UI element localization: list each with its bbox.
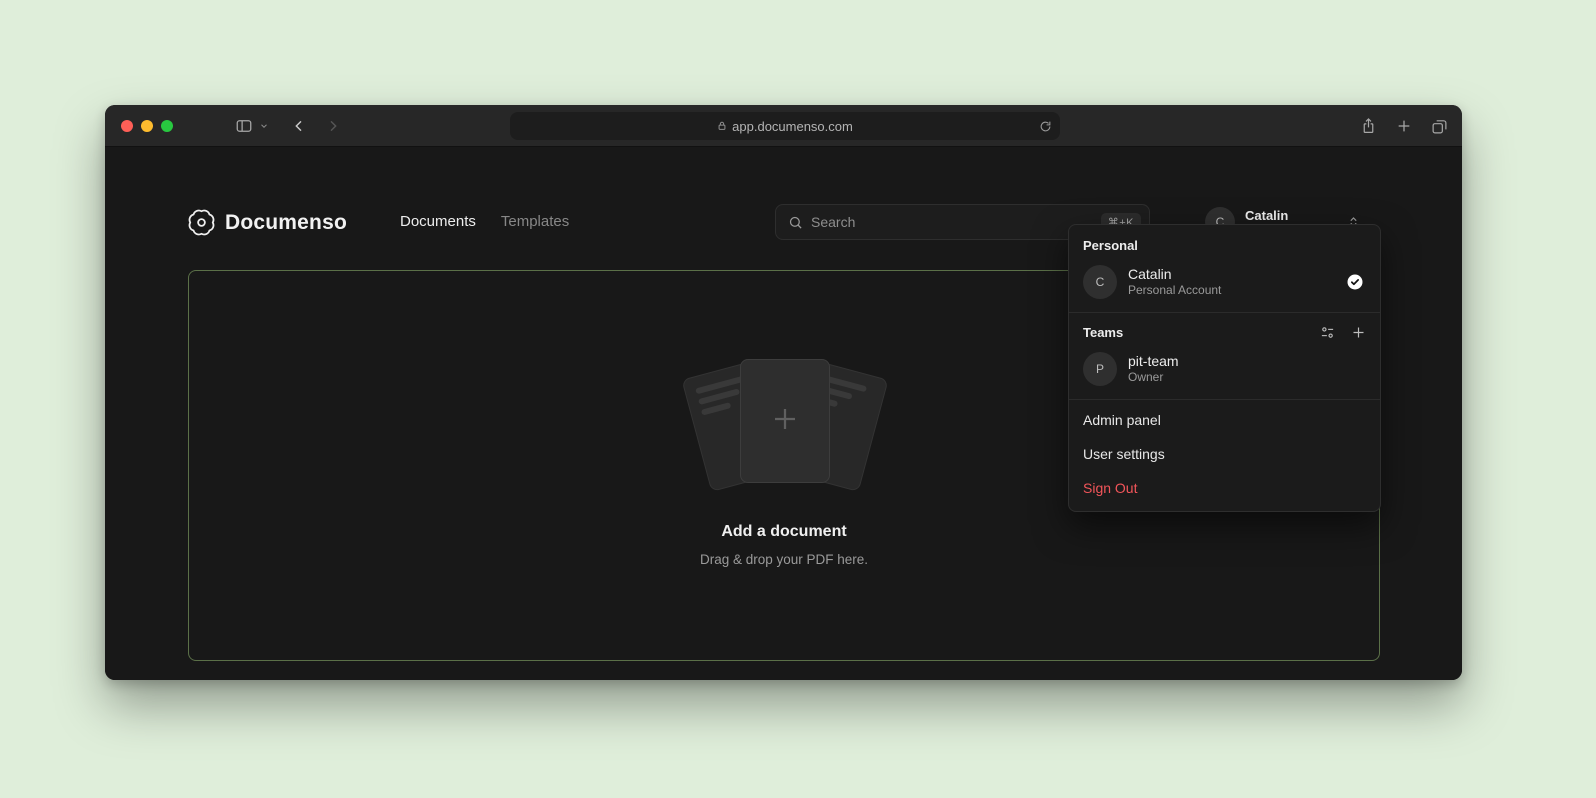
minimize-window-button[interactable] xyxy=(141,120,153,132)
search-icon xyxy=(788,215,803,230)
menu-divider xyxy=(1069,399,1380,400)
documenso-app: Documenso Documents Templates ⌘+K C Cata… xyxy=(105,147,1462,680)
personal-account-subtitle: Personal Account xyxy=(1128,283,1221,298)
toolbar-right-actions xyxy=(1360,105,1448,147)
selected-check-icon xyxy=(1346,273,1364,291)
tab-overview-icon[interactable] xyxy=(1431,118,1448,135)
traffic-lights xyxy=(105,120,173,132)
team-avatar: P xyxy=(1083,352,1117,386)
menu-divider xyxy=(1069,312,1380,313)
browser-toolbar: app.documenso.com xyxy=(105,105,1462,147)
new-tab-icon[interactable] xyxy=(1396,118,1412,134)
personal-account-name: Catalin xyxy=(1128,266,1221,283)
back-button[interactable] xyxy=(291,118,307,134)
menu-item-sign-out[interactable]: Sign Out xyxy=(1069,471,1380,505)
close-window-button[interactable] xyxy=(121,120,133,132)
team-item[interactable]: P pit-team Owner xyxy=(1069,346,1380,396)
personal-account-avatar: C xyxy=(1083,265,1117,299)
personal-account-item[interactable]: C Catalin Personal Account xyxy=(1069,259,1380,309)
brand[interactable]: Documenso xyxy=(188,209,347,236)
refresh-icon[interactable] xyxy=(1039,112,1052,140)
nav-documents[interactable]: Documents xyxy=(400,213,476,230)
teams-section-label: Teams xyxy=(1083,325,1304,340)
teams-section-header: Teams xyxy=(1069,316,1380,346)
sidebar-chevron-down-icon[interactable] xyxy=(259,121,269,131)
forward-button[interactable] xyxy=(325,118,341,134)
dropzone-title: Add a document xyxy=(189,523,1379,541)
team-role: Owner xyxy=(1128,370,1179,385)
nav-templates[interactable]: Templates xyxy=(501,213,569,230)
lock-icon xyxy=(717,120,727,132)
plus-icon xyxy=(770,404,800,439)
url-text: app.documenso.com xyxy=(732,119,853,134)
brand-name: Documenso xyxy=(225,211,347,235)
address-bar[interactable]: app.documenso.com xyxy=(510,112,1060,140)
search-input[interactable] xyxy=(811,214,1093,230)
document-card-front xyxy=(740,359,830,483)
personal-section-label: Personal xyxy=(1069,229,1380,259)
menu-item-admin-panel[interactable]: Admin panel xyxy=(1069,403,1380,437)
zoom-window-button[interactable] xyxy=(161,120,173,132)
add-team-icon[interactable] xyxy=(1351,325,1366,340)
document-stack-illustration xyxy=(685,351,885,501)
manage-teams-icon[interactable] xyxy=(1320,325,1335,340)
main-nav: Documents Templates xyxy=(400,213,569,230)
sidebar-toggle-icon[interactable] xyxy=(235,117,253,135)
dropzone-subtitle: Drag & drop your PDF here. xyxy=(189,552,1379,567)
documenso-logo-icon xyxy=(188,209,215,236)
menu-item-user-settings[interactable]: User settings xyxy=(1069,437,1380,471)
account-name: Catalin xyxy=(1245,208,1331,223)
share-icon[interactable] xyxy=(1360,117,1377,135)
account-dropdown-menu: Personal C Catalin Personal Account Team… xyxy=(1068,224,1381,512)
browser-window: app.documenso.com xyxy=(105,105,1462,680)
team-name: pit-team xyxy=(1128,353,1179,370)
